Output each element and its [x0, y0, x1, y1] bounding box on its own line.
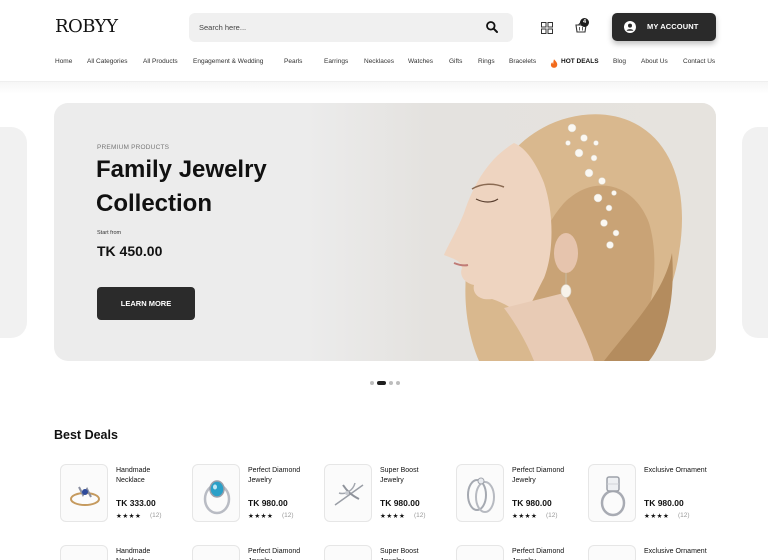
header-shadow: [0, 82, 768, 94]
nav-about-us[interactable]: About Us: [641, 58, 668, 65]
product-image: [324, 545, 372, 560]
rating-count: (12): [414, 512, 426, 519]
nav-watches[interactable]: Watches: [408, 58, 433, 65]
product-name: Exclusive Ornament: [644, 548, 707, 555]
flame-icon: [550, 59, 558, 68]
nav-hot-deals[interactable]: HOT DEALS: [561, 58, 599, 65]
product-price: TK 980.00: [644, 498, 684, 508]
hero-start-label: Start from: [97, 230, 122, 236]
hero-kicker: PREMIUM PRODUCTS: [97, 144, 170, 151]
product-card[interactable]: Super Boost Jewelry TK 980.00 ★★★★ (12): [318, 464, 446, 526]
nav-gifts[interactable]: Gifts: [449, 58, 462, 65]
product-name: Super Boost Jewelry: [380, 467, 419, 484]
best-deals-heading: Best Deals: [54, 428, 118, 442]
product-name: Exclusive Ornament: [644, 467, 707, 474]
product-image: [60, 464, 108, 522]
product-card[interactable]: Perfect Diamond Jewelry TK 980.00 ★★★★ (…: [186, 464, 314, 526]
ring-image: [203, 480, 231, 515]
product-name: Perfect Diamond Jewelry: [248, 548, 301, 560]
rating-stars: ★★★★: [248, 513, 274, 520]
carousel-dots: [370, 381, 400, 385]
nav-home[interactable]: Home: [55, 58, 72, 65]
rating-stars: ★★★★: [116, 513, 142, 520]
product-name: Perfect Diamond Jewelry: [248, 467, 301, 484]
nav-all-categories[interactable]: All Categories: [87, 58, 127, 65]
product-image: [324, 464, 372, 522]
product-price: TK 980.00: [380, 498, 420, 508]
learn-more-button[interactable]: LEARN MORE: [97, 287, 195, 320]
my-account-label: MY ACCOUNT: [647, 22, 699, 31]
nav-pearls[interactable]: Pearls: [284, 58, 302, 65]
rating-count: (12): [678, 512, 690, 519]
nav-necklaces[interactable]: Necklaces: [364, 58, 394, 65]
carousel-dot-3[interactable]: [389, 381, 393, 385]
hero-title: Family Jewelry Collection: [96, 156, 267, 217]
hero-banner: PREMIUM PRODUCTS Family Jewelry Collecti…: [54, 103, 716, 361]
rating-stars: ★★★★: [512, 513, 538, 520]
product-card[interactable]: Handmade Necklace: [54, 545, 182, 560]
product-price: TK 980.00: [248, 498, 288, 508]
carousel-dot-4[interactable]: [396, 381, 400, 385]
nav-rings[interactable]: Rings: [478, 58, 495, 65]
main-nav: Home All Categories All Products Engagem…: [0, 58, 768, 72]
product-name: Handmade Necklace: [116, 548, 151, 560]
site-header: ROBYY 4 MY ACCOUNT Home All Categories A…: [0, 0, 768, 82]
product-price: TK 980.00: [512, 498, 552, 508]
product-card[interactable]: Perfect Diamond Jewelry: [186, 545, 314, 560]
rating-count: (12): [546, 512, 558, 519]
model-portrait-image: [444, 114, 682, 361]
ring-image: [70, 486, 100, 506]
product-card[interactable]: Exclusive Ornament TK 980.00 ★★★★ (12): [582, 464, 710, 526]
product-name: Perfect Diamond Jewelry: [512, 548, 565, 560]
brooch-image: [334, 482, 364, 506]
rating-count: (12): [150, 512, 162, 519]
nav-bracelets[interactable]: Bracelets: [509, 58, 536, 65]
nav-all-products[interactable]: All Products: [143, 58, 178, 65]
my-account-button[interactable]: MY ACCOUNT: [612, 13, 716, 41]
next-slide-peek[interactable]: [742, 127, 768, 338]
product-image: [456, 545, 504, 560]
prev-slide-peek[interactable]: [0, 127, 27, 338]
product-card[interactable]: Perfect Diamond Jewelry TK 980.00 ★★★★ (…: [450, 464, 578, 526]
nav-engagement-wedding[interactable]: Engagement & Wedding: [193, 58, 263, 65]
product-image: [588, 464, 636, 522]
brand-logo[interactable]: ROBYY: [55, 16, 118, 37]
product-image: [456, 464, 504, 522]
product-card[interactable]: Handmade Necklace TK 333.00 ★★★★ (12): [54, 464, 182, 526]
ring-image: [600, 476, 626, 517]
product-image: [192, 464, 240, 522]
product-image: [192, 545, 240, 560]
product-image: [60, 545, 108, 560]
cart-count-badge: 4: [580, 18, 589, 27]
nav-blog[interactable]: Blog: [613, 58, 626, 65]
search-bar: [189, 13, 513, 42]
product-name: Handmade Necklace: [116, 467, 151, 484]
rating-stars: ★★★★: [644, 513, 670, 520]
product-name: Perfect Diamond Jewelry: [512, 467, 565, 484]
product-image: [588, 545, 636, 560]
carousel-dot-1[interactable]: [370, 381, 374, 385]
product-name: Super Boost Jewelry: [380, 548, 419, 560]
nav-earrings[interactable]: Earrings: [324, 58, 348, 65]
rating-stars: ★★★★: [380, 513, 406, 520]
nav-contact-us[interactable]: Contact Us: [683, 58, 715, 65]
search-input[interactable]: [199, 13, 469, 42]
product-price: TK 333.00: [116, 498, 156, 508]
rating-count: (12): [282, 512, 294, 519]
grid-icon[interactable]: [541, 22, 553, 34]
product-card[interactable]: Super Boost Jewelry: [318, 545, 446, 560]
carousel-dot-2[interactable]: [377, 381, 386, 385]
product-card[interactable]: Exclusive Ornament: [582, 545, 710, 560]
user-icon: [624, 21, 636, 33]
search-icon[interactable]: [485, 20, 499, 34]
ring-set-image: [467, 477, 495, 513]
hero-price: TK 450.00: [97, 243, 163, 259]
product-card[interactable]: Perfect Diamond Jewelry: [450, 545, 578, 560]
